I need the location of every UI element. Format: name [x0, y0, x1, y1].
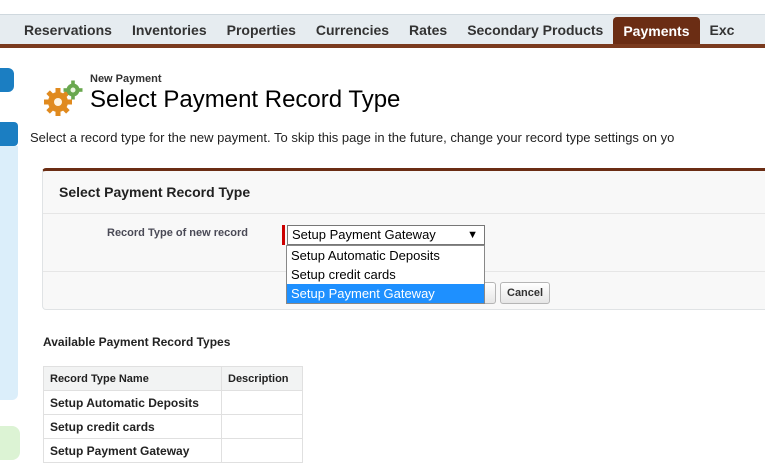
sidebar-header-block: [0, 122, 18, 146]
available-types-table: Record Type Name Description Setup Autom…: [43, 366, 303, 463]
panel-divider: [43, 213, 765, 214]
record-type-name: Setup credit cards: [43, 414, 222, 439]
table-row: Setup Payment Gateway: [43, 438, 303, 463]
record-type-name: Setup Automatic Deposits: [43, 390, 222, 415]
sidebar-toggle-handle[interactable]: [0, 68, 14, 92]
tab-exc[interactable]: Exc: [700, 15, 745, 44]
column-header: Description: [221, 366, 303, 391]
tab-payments[interactable]: Payments: [613, 17, 700, 44]
tab-properties[interactable]: Properties: [217, 15, 306, 44]
tab-secondary-products[interactable]: Secondary Products: [457, 15, 613, 44]
table-row: Setup Automatic Deposits: [43, 390, 303, 415]
page-subtitle: New Payment: [90, 73, 162, 85]
dropdown-arrow-icon: ▼: [467, 229, 478, 241]
table-header-row: Record Type Name Description: [43, 366, 303, 391]
sidebar-footer-block: [0, 426, 20, 460]
page-description: Select a record type for the new payment…: [30, 130, 675, 145]
top-strip: [0, 0, 765, 8]
tab-bar: Reservations Inventories Properties Currenc…: [0, 14, 765, 48]
available-types-title: Available Payment Record Types: [43, 335, 231, 349]
record-type-select-value: Setup Payment Gateway: [292, 227, 436, 242]
required-indicator: [282, 225, 285, 245]
record-type-description: [221, 438, 303, 463]
record-type-label: Record Type of new record: [107, 227, 248, 239]
record-type-name: Setup Payment Gateway: [43, 438, 222, 463]
panel-title: Select Payment Record Type: [59, 184, 251, 200]
table-row: Setup credit cards: [43, 414, 303, 439]
option-setup-credit-cards[interactable]: Setup credit cards: [287, 265, 484, 284]
option-setup-payment-gateway[interactable]: Setup Payment Gateway: [287, 284, 484, 303]
record-type-dropdown-list: Setup Automatic Deposits Setup credit ca…: [286, 245, 485, 304]
tab-rates[interactable]: Rates: [399, 15, 457, 44]
record-type-description: [221, 390, 303, 415]
gear-icon: [44, 80, 83, 116]
sidebar-panel: [0, 146, 18, 400]
tab-inventories[interactable]: Inventories: [122, 15, 217, 44]
page-title: Select Payment Record Type: [90, 86, 401, 113]
option-setup-automatic-deposits[interactable]: Setup Automatic Deposits: [287, 246, 484, 265]
record-type-description: [221, 414, 303, 439]
record-type-select[interactable]: Setup Payment Gateway ▼: [287, 225, 485, 245]
tab-currencies[interactable]: Currencies: [306, 15, 399, 44]
cancel-button[interactable]: Cancel: [500, 282, 551, 304]
tab-reservations[interactable]: Reservations: [0, 15, 122, 44]
column-header: Record Type Name: [43, 366, 222, 391]
